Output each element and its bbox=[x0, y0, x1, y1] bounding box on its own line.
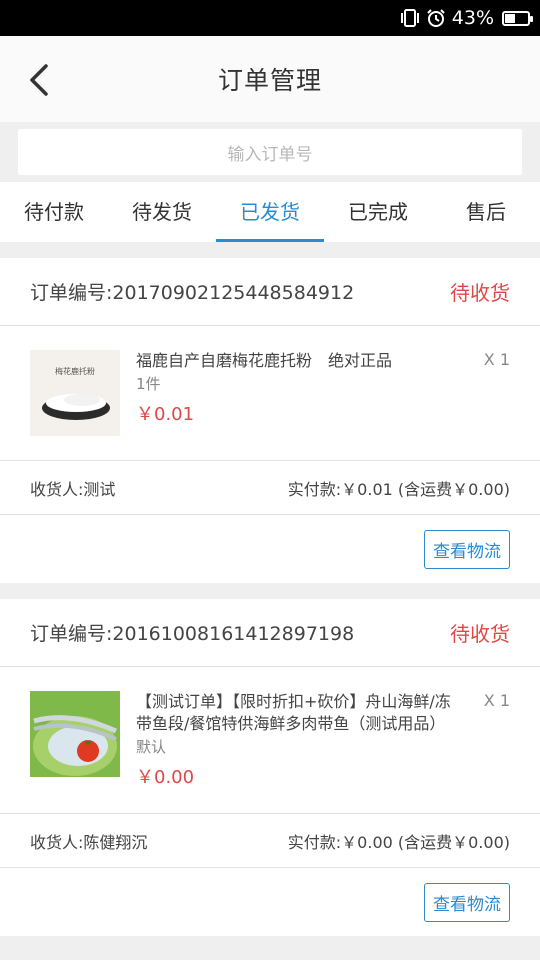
receiver: 收货人:陈健翔沉 bbox=[30, 832, 148, 852]
order-header: 订单编号:20170902125448584912 待收货 bbox=[0, 258, 540, 326]
alarm-icon bbox=[427, 9, 445, 27]
order-actions: 查看物流 bbox=[0, 868, 540, 936]
order-item[interactable]: 【测试订单】【限时折扣+砍价】舟山海鲜/冻带鱼段/餐馆特供海鲜多肉带鱼（测试用品… bbox=[0, 667, 540, 814]
order-status: 待收货 bbox=[450, 622, 510, 646]
order-actions: 查看物流 bbox=[0, 515, 540, 583]
order-summary: 收货人:陈健翔沉 实付款:￥0.00 (含运费￥0.00) bbox=[0, 814, 540, 868]
view-logistics-button[interactable]: 查看物流 bbox=[424, 529, 510, 569]
product-price: ￥0.00 bbox=[136, 767, 195, 788]
order-card: 订单编号:20170902125448584912 待收货 梅花鹿托粉 福鹿自产… bbox=[0, 258, 540, 583]
header: 订单管理 bbox=[0, 36, 540, 122]
product-name: 福鹿自产自磨梅花鹿托粉 绝对正品 bbox=[136, 351, 393, 370]
order-tabs: 待付款 待发货 已发货 已完成 售后 bbox=[0, 182, 540, 242]
tab-shipped[interactable]: 已发货 bbox=[216, 182, 324, 242]
tab-completed[interactable]: 已完成 bbox=[324, 182, 432, 242]
order-number: 订单编号:20161008161412897198 bbox=[30, 623, 355, 645]
product-image bbox=[30, 691, 120, 777]
payment-total: 实付款:￥0.00 (含运费￥0.00) bbox=[287, 832, 510, 852]
battery-percent: 43% bbox=[451, 7, 494, 29]
search-bar: 输入订单号 bbox=[0, 122, 540, 182]
chevron-left-icon bbox=[30, 64, 48, 96]
order-header: 订单编号:20161008161412897198 待收货 bbox=[0, 599, 540, 667]
order-status: 待收货 bbox=[450, 281, 510, 305]
tab-after-sales[interactable]: 售后 bbox=[432, 182, 540, 242]
product-image-label: 梅花鹿托粉 bbox=[55, 366, 95, 376]
tab-pending-shipment[interactable]: 待发货 bbox=[108, 182, 216, 242]
order-card: 订单编号:20161008161412897198 待收货 【测试订单】【限时折… bbox=[0, 599, 540, 936]
product-quantity: X 1 bbox=[483, 691, 510, 710]
product-spec: 默认 bbox=[136, 738, 167, 756]
item-info: 福鹿自产自磨梅花鹿托粉 绝对正品 1件 ￥0.01 bbox=[136, 350, 510, 436]
product-price: ￥0.01 bbox=[136, 404, 195, 425]
view-logistics-button[interactable]: 查看物流 bbox=[424, 882, 510, 922]
product-image: 梅花鹿托粉 bbox=[30, 350, 120, 436]
order-number: 订单编号:20170902125448584912 bbox=[30, 282, 355, 304]
search-placeholder: 输入订单号 bbox=[227, 144, 313, 165]
item-info: 【测试订单】【限时折扣+砍价】舟山海鲜/冻带鱼段/餐馆特供海鲜多肉带鱼（测试用品… bbox=[136, 691, 510, 789]
order-summary: 收货人:测试 实付款:￥0.01 (含运费￥0.00) bbox=[0, 461, 540, 515]
status-bar: 43% bbox=[0, 0, 540, 36]
vibrate-icon bbox=[400, 9, 419, 27]
product-name: 【测试订单】【限时折扣+砍价】舟山海鲜/冻带鱼段/餐馆特供海鲜多肉带鱼（测试用品… bbox=[136, 692, 451, 733]
battery-icon bbox=[502, 10, 533, 26]
product-quantity: X 1 bbox=[483, 350, 510, 369]
order-item[interactable]: 梅花鹿托粉 福鹿自产自磨梅花鹿托粉 绝对正品 1件 ￥0.01 X 1 bbox=[0, 326, 540, 461]
receiver: 收货人:测试 bbox=[30, 479, 116, 499]
product-spec: 1件 bbox=[136, 375, 161, 393]
search-input[interactable]: 输入订单号 bbox=[18, 129, 522, 175]
back-button[interactable] bbox=[28, 60, 56, 100]
tab-pending-payment[interactable]: 待付款 bbox=[0, 182, 108, 242]
payment-total: 实付款:￥0.01 (含运费￥0.00) bbox=[287, 479, 510, 499]
page-title: 订单管理 bbox=[217, 66, 322, 95]
